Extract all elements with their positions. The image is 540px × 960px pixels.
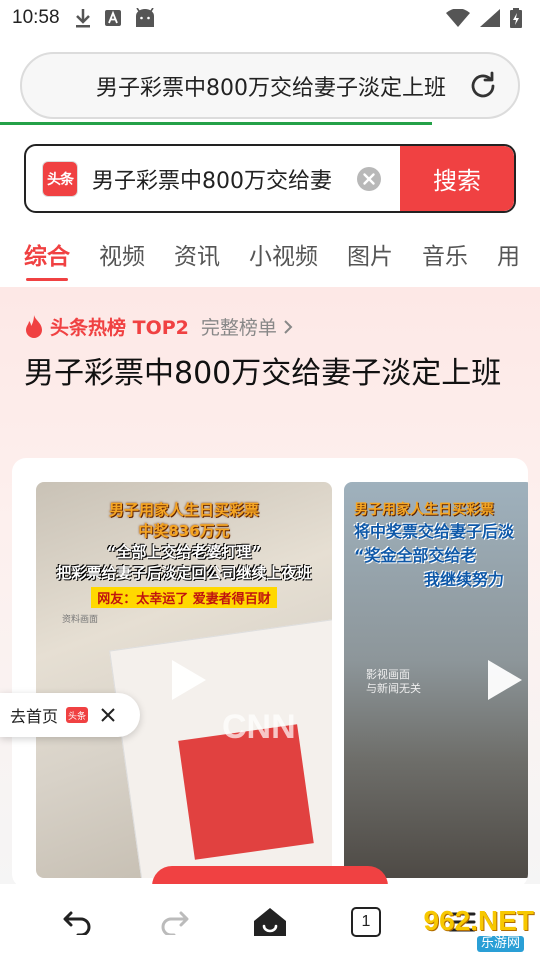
- caption-line: 把彩票给妻子后淡定回公司继续上夜班: [56, 564, 312, 582]
- caption-line: 我继续努力: [424, 570, 505, 589]
- video-thumbnail[interactable]: 男子用家人生日买彩票 将中奖票交给妻子后淡 “奖金全部交给老 我继续努力 影视画…: [344, 482, 528, 878]
- video-watermark: CNN: [222, 708, 296, 746]
- video-thumbnail[interactable]: CNN 资料画面 男子用家人生日买彩票 中奖836万元 “全部上交给老婆打理” …: [36, 482, 332, 878]
- back-icon[interactable]: [51, 895, 105, 949]
- site-watermark: 962.NET 乐游网: [402, 906, 534, 956]
- video-caption: 男子用家人生日买彩票 中奖836万元 “全部上交给老婆打理” 把彩票给妻子后淡定…: [36, 500, 332, 608]
- video-note: 资料画面: [62, 615, 99, 625]
- reload-icon[interactable]: [466, 69, 500, 103]
- toutiao-logo: 头条: [42, 160, 78, 197]
- clear-icon[interactable]: [356, 166, 382, 192]
- tab-comprehensive[interactable]: 综合: [24, 237, 70, 281]
- search-button[interactable]: 搜索: [400, 146, 514, 211]
- tabs-button[interactable]: 1: [339, 895, 393, 949]
- hot-rank-header[interactable]: 头条热榜 TOP2 完整榜单: [24, 313, 295, 340]
- search-box: 头条 男子彩票中800万交给妻 搜索: [24, 144, 516, 213]
- caption-line: 男子用家人生日买彩票: [354, 502, 494, 518]
- hot-list-section: 头条热榜 TOP2 完整榜单 男子彩票中800万交给妻子淡定上班 CNN 资料画…: [0, 287, 540, 888]
- caption-line: “奖金全部交给老: [354, 546, 477, 565]
- caption-line: “全部上交给老婆打理”: [106, 543, 262, 561]
- caption-line: 男子用家人生日买彩票: [108, 501, 259, 519]
- wifi-icon: [446, 9, 470, 27]
- hot-title[interactable]: 男子彩票中800万交给妻子淡定上班: [24, 353, 524, 395]
- address-text[interactable]: 男子彩票中800万交给妻子淡定上班: [96, 70, 458, 102]
- tab-count[interactable]: 1: [351, 907, 381, 937]
- system-icons: [446, 8, 522, 28]
- close-icon[interactable]: [100, 707, 116, 723]
- toutiao-small-logo: 头条: [66, 707, 89, 723]
- video-caption: 男子用家人生日买彩票 将中奖票交给妻子后淡 “奖金全部交给老 我继续努力: [354, 500, 514, 592]
- hot-rank-label: 头条热榜 TOP2: [50, 317, 189, 339]
- chevron-right-icon: [281, 318, 295, 336]
- browser-page: 10:58 男子彩票中800万交给妻子淡定上班 头条 男子彩票中800万交给妻 …: [0, 0, 540, 960]
- watermark-sub: 乐游网: [476, 936, 524, 952]
- watermark-number: 962.NET: [423, 905, 535, 936]
- caption-line: 将中奖票交给妻子后淡: [354, 522, 515, 541]
- home-icon[interactable]: [243, 895, 297, 949]
- notification-icons: [74, 8, 156, 28]
- flame-icon: [24, 314, 44, 339]
- caption-tag: 网友：太幸运了 爱妻者得百财: [91, 587, 277, 608]
- android-icon: [134, 8, 156, 28]
- forward-icon[interactable]: [147, 895, 201, 949]
- tab-news[interactable]: 资讯: [174, 237, 220, 271]
- video-note-line: 与新闻无关: [366, 682, 421, 695]
- battery-icon: [510, 8, 522, 28]
- play-icon[interactable]: [156, 652, 212, 708]
- tab-video[interactable]: 视频: [99, 237, 145, 271]
- download-icon: [74, 8, 92, 28]
- page-load-progress: [0, 122, 432, 125]
- search-tabs: 综合 视频 资讯 小视频 图片 音乐 用: [24, 232, 540, 281]
- video-note: 影视画面 与新闻无关: [366, 668, 421, 696]
- video-note-line: 影视画面: [366, 668, 410, 681]
- caption-line: 中奖836万元: [138, 522, 230, 540]
- tab-music[interactable]: 音乐: [422, 237, 468, 271]
- status-bar: 10:58: [0, 0, 540, 36]
- tab-short-video[interactable]: 小视频: [249, 237, 318, 271]
- play-icon[interactable]: [472, 652, 528, 708]
- signal-icon: [480, 9, 500, 27]
- video-card: CNN 资料画面 男子用家人生日买彩票 中奖836万元 “全部上交给老婆打理” …: [12, 458, 528, 888]
- tab-images[interactable]: 图片: [347, 237, 393, 271]
- address-bar[interactable]: 男子彩票中800万交给妻子淡定上班: [20, 52, 520, 119]
- tab-users[interactable]: 用: [497, 237, 520, 271]
- go-home-label[interactable]: 去首页: [10, 703, 58, 727]
- status-time: 10:58: [12, 7, 60, 28]
- text-app-icon: [104, 9, 122, 27]
- full-list-link[interactable]: 完整榜单: [201, 313, 277, 340]
- go-home-pill[interactable]: 去首页 头条: [0, 693, 140, 737]
- search-input[interactable]: 男子彩票中800万交给妻: [92, 163, 348, 195]
